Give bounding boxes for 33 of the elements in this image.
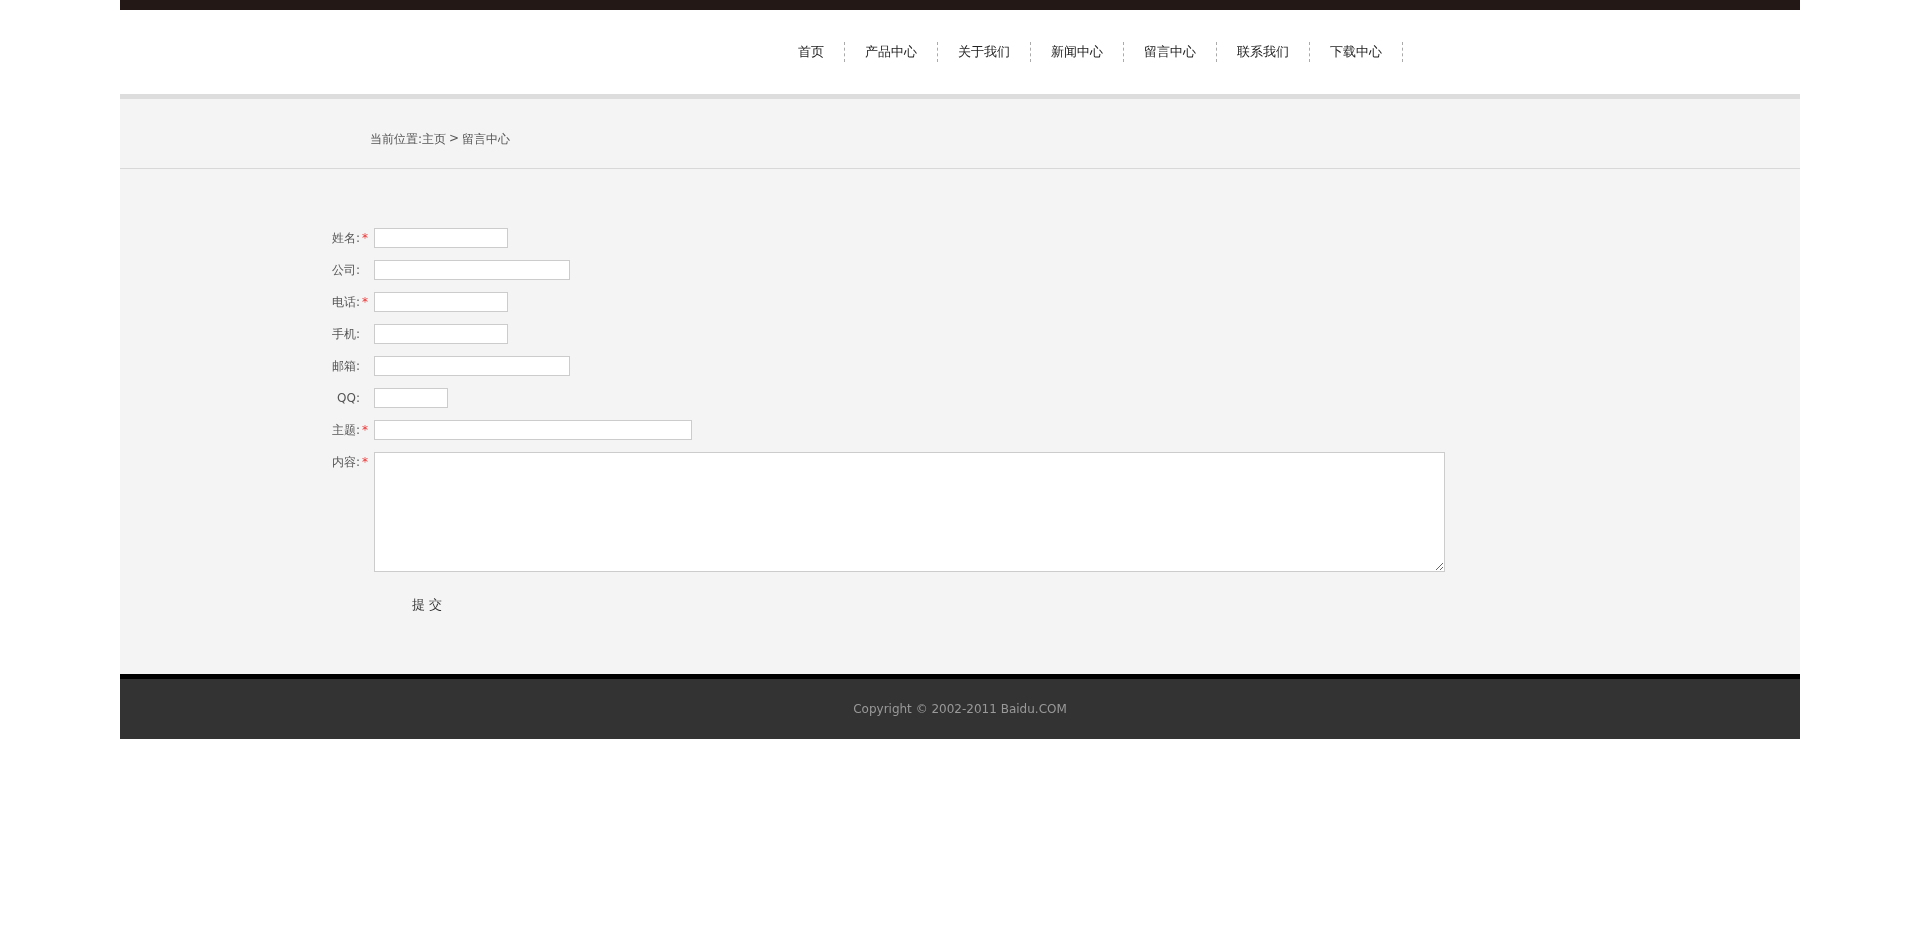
submit-button[interactable]: 提 交 <box>408 594 447 616</box>
input-field[interactable] <box>374 388 448 408</box>
nav-link[interactable]: 留言中心 <box>1124 42 1217 62</box>
field-label: 公司: <box>331 262 360 279</box>
copyright-text: Copyright © 2002-2011 Baidu.COM <box>853 702 1067 716</box>
nav-link[interactable]: 下载中心 <box>1310 42 1403 62</box>
required-mark: * <box>362 295 368 309</box>
required-mark: * <box>362 423 368 437</box>
breadcrumb-label: 当前位置: <box>370 131 423 148</box>
input-field[interactable] <box>374 292 508 312</box>
nav-link[interactable]: 产品中心 <box>845 42 938 62</box>
input-field[interactable] <box>374 420 692 440</box>
field-label: 电话: <box>331 294 360 311</box>
field-label: 内容: <box>331 454 360 471</box>
field-label: 姓名: <box>331 230 360 247</box>
field-label: 手机: <box>331 326 360 343</box>
nav-link[interactable]: 新闻中心 <box>1031 42 1124 62</box>
input-field[interactable] <box>374 356 570 376</box>
field-label: 主题: <box>331 422 360 439</box>
required-mark: * <box>362 231 368 245</box>
field-label: QQ: <box>337 390 360 407</box>
input-field[interactable] <box>374 228 508 248</box>
required-mark: * <box>362 455 368 469</box>
nav-link[interactable]: 联系我们 <box>1217 42 1310 62</box>
field-label: 邮箱: <box>331 358 360 375</box>
input-field[interactable] <box>374 324 508 344</box>
input-field[interactable] <box>374 260 570 280</box>
breadcrumb-current: 留言中心 <box>462 131 511 148</box>
nav-link[interactable]: 首页 <box>780 42 845 62</box>
nav-link[interactable]: 关于我们 <box>938 42 1031 62</box>
breadcrumb-separator: > <box>449 131 460 147</box>
breadcrumb-link[interactable]: 主页 <box>422 131 447 148</box>
message-textarea[interactable] <box>374 452 1445 572</box>
